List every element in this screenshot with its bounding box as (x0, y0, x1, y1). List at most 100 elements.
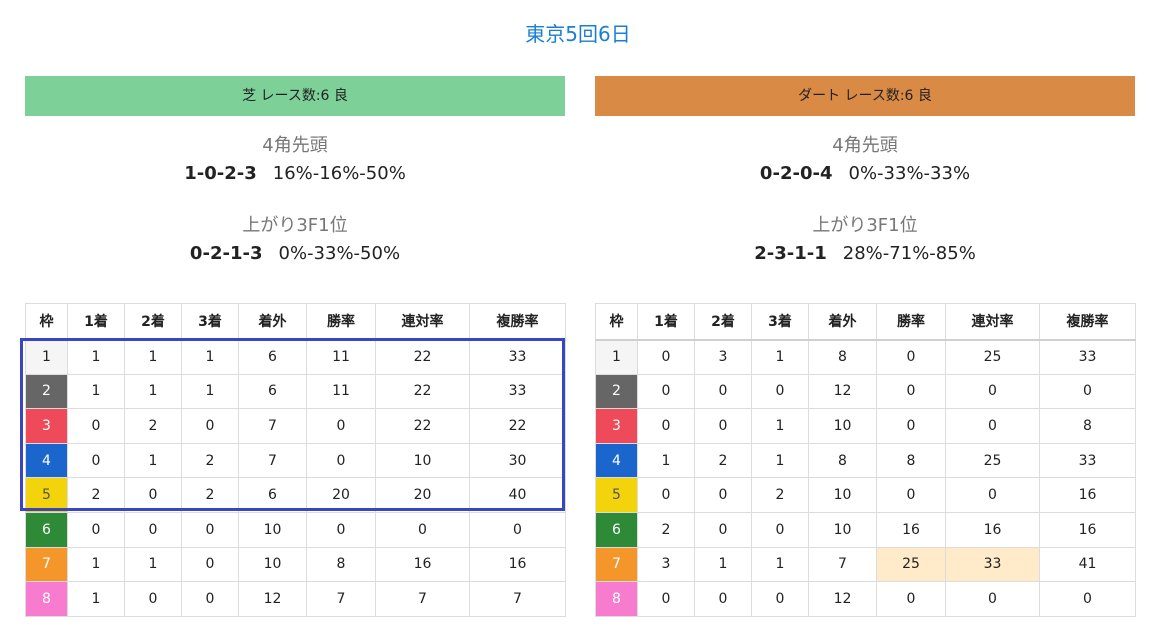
gate-number: 4 (25, 442, 68, 479)
table-cell: 0 (694, 477, 752, 513)
table-cell: 0 (637, 581, 695, 617)
table-cell: 41 (1039, 546, 1136, 583)
table-cell: 0 (876, 373, 946, 410)
table-cell: 11 (306, 373, 376, 410)
turf-last3f-rates: 0%-33%-50% (278, 243, 401, 264)
table-cell: 0 (694, 408, 752, 444)
table-cell: 25 (876, 546, 946, 583)
table-cell: 0 (945, 581, 1040, 617)
table-cell: 8 (808, 339, 877, 375)
table-cell: 0 (876, 477, 946, 513)
table-cell: 0 (637, 408, 695, 444)
table-cell: 12 (808, 373, 877, 410)
table-cell: 0 (1039, 373, 1136, 410)
column-header: 2着 (124, 303, 182, 341)
table-cell: 3 (637, 546, 695, 583)
table-cell: 0 (67, 511, 125, 548)
table-cell: 0 (694, 581, 752, 617)
column-header: 勝率 (306, 303, 376, 341)
table-cell: 10 (375, 442, 470, 479)
table-cell: 1 (124, 546, 182, 583)
table-cell: 10 (808, 408, 877, 444)
turf-table: 枠 1着 2着 3着 着外 勝率 連対率 複勝率 1 1 1 1 6 11 22 33 2 1 1 1 6 11 22 33… (25, 303, 566, 617)
table-cell: 0 (876, 408, 946, 444)
gate-number: 2 (595, 373, 638, 410)
table-row: 3 0 0 1 10 0 0 8 (595, 408, 1136, 444)
table-cell: 0 (67, 442, 125, 479)
table-row: 8 0 0 0 12 0 0 0 (595, 581, 1136, 617)
table-cell: 16 (1039, 511, 1136, 548)
column-header: 3着 (181, 303, 239, 341)
column-header: 着外 (808, 303, 877, 341)
table-cell: 0 (945, 408, 1040, 444)
table-cell: 8 (876, 442, 946, 479)
table-cell: 7 (375, 581, 470, 617)
table-cell: 0 (694, 373, 752, 410)
table-cell: 12 (238, 581, 307, 617)
table-cell: 1 (637, 442, 695, 479)
table-cell: 16 (945, 511, 1040, 548)
table-cell: 8 (1039, 408, 1136, 444)
table-cell: 7 (306, 581, 376, 617)
table-cell: 1 (124, 373, 182, 410)
gate-number: 7 (25, 546, 68, 583)
table-row: 6 2 0 0 10 16 16 16 (595, 511, 1136, 548)
gate-number: 3 (25, 408, 68, 444)
table-cell: 20 (306, 477, 376, 513)
table-row: 4 0 1 2 7 0 10 30 (25, 442, 566, 479)
gate-number: 8 (25, 581, 68, 617)
table-cell: 2 (751, 477, 809, 513)
table-row: 5 0 0 2 10 0 0 16 (595, 477, 1136, 513)
gate-number: 3 (595, 408, 638, 444)
table-cell: 1 (124, 339, 182, 375)
table-cell: 33 (945, 546, 1040, 583)
table-cell: 25 (945, 339, 1040, 375)
column-header: 勝率 (876, 303, 946, 341)
table-cell: 1 (124, 442, 182, 479)
dirt-corner-record: 0-2-0-4 (759, 163, 833, 184)
table-row: 3 0 2 0 7 0 22 22 (25, 408, 566, 444)
gate-number: 2 (25, 373, 68, 410)
table-row: 6 0 0 0 10 0 0 0 (25, 511, 566, 548)
table-cell: 2 (124, 408, 182, 444)
turf-header: 芝 レース数:6 良 (25, 76, 565, 116)
table-cell: 0 (637, 339, 695, 375)
table-cell: 0 (181, 581, 239, 617)
table-cell: 20 (375, 477, 470, 513)
table-cell: 1 (751, 442, 809, 479)
column-header: 1着 (637, 303, 695, 341)
turf-corner-rates: 16%-16%-50% (272, 163, 406, 184)
column-header: 連対率 (375, 303, 470, 341)
table-cell: 0 (876, 339, 946, 375)
table-cell: 10 (238, 546, 307, 583)
table-cell: 25 (945, 442, 1040, 479)
table-row: 5 2 0 2 6 20 20 40 (25, 477, 566, 513)
table-cell: 6 (238, 477, 307, 513)
table-cell: 6 (238, 339, 307, 375)
table-cell: 16 (1039, 477, 1136, 513)
column-header: 1着 (67, 303, 125, 341)
dirt-panel: ダート レース数:6 良 4角先頭 0-2-0-4 0%-33%-33% 上がり3… (595, 76, 1136, 617)
table-cell: 33 (469, 339, 566, 375)
table-cell: 0 (375, 511, 470, 548)
table-cell: 16 (469, 546, 566, 583)
table-cell: 0 (181, 511, 239, 548)
dirt-last3f-label: 上がり3F1位 (812, 215, 918, 236)
column-header: 2着 (694, 303, 752, 341)
table-cell: 0 (945, 477, 1040, 513)
table-cell: 40 (469, 477, 566, 513)
table-cell: 0 (306, 442, 376, 479)
table-cell: 3 (694, 339, 752, 375)
table-cell: 1 (67, 373, 125, 410)
table-cell: 1 (67, 581, 125, 617)
table-cell: 7 (238, 442, 307, 479)
table-cell: 0 (637, 373, 695, 410)
table-cell: 1 (751, 339, 809, 375)
table-header-row: 枠 1着 2着 3着 着外 勝率 連対率 複勝率 (25, 303, 566, 341)
turf-corner-record: 1-0-2-3 (184, 163, 257, 184)
column-header: 着外 (238, 303, 307, 341)
table-cell: 22 (469, 408, 566, 444)
table-cell: 0 (67, 408, 125, 444)
table-row: 8 1 0 0 12 7 7 7 (25, 581, 566, 617)
table-cell: 0 (751, 511, 809, 548)
